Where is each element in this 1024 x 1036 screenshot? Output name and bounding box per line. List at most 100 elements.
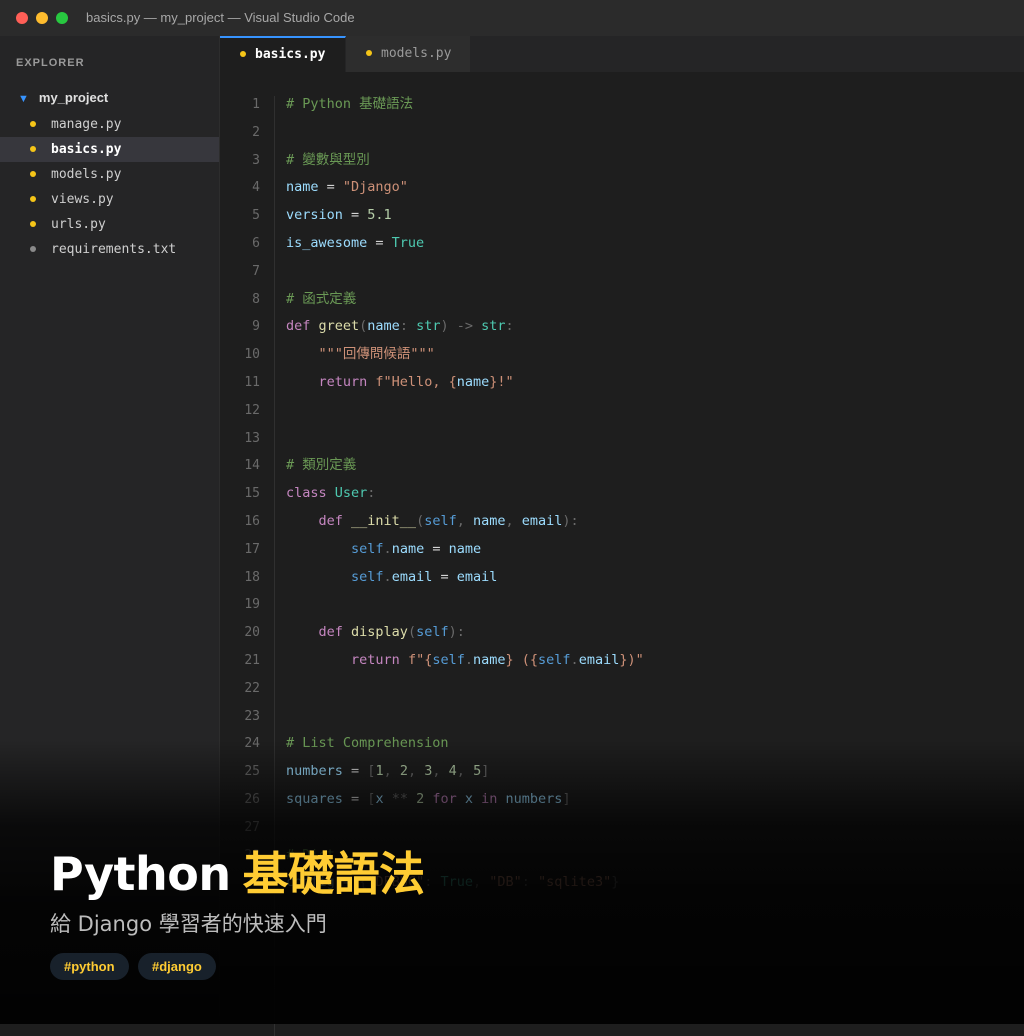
editor-tabs: basics.py models.py [220, 36, 1024, 72]
sidebar-file-item[interactable]: views.py [0, 187, 219, 212]
code-token: name [473, 652, 506, 668]
line-number: 3 [252, 152, 260, 168]
code-line: 14 # 類別定義 [220, 451, 356, 479]
close-window-button[interactable] [16, 12, 28, 24]
file-label: urls.py [51, 217, 106, 232]
line-number: 19 [244, 597, 260, 613]
banner-title-accent: 基礎語法 [242, 847, 426, 901]
banner-title-text: Python [50, 847, 231, 901]
line-number: 4 [252, 180, 260, 196]
file-dot-icon [30, 195, 36, 202]
code-token: = [432, 568, 457, 585]
tag-python[interactable]: #python [50, 953, 129, 980]
code-text: # 函式定義 [286, 285, 356, 313]
code-token: self [351, 540, 384, 557]
line-number: 8 [252, 291, 260, 307]
line-number: 22 [244, 680, 260, 696]
code-text: self.name = name [286, 535, 481, 563]
code-text: def display(self): [286, 618, 465, 646]
file-dot-icon [30, 120, 36, 127]
tab-models-py[interactable]: models.py [346, 36, 471, 72]
code-token: display [351, 624, 408, 641]
code-line: 12 [220, 396, 260, 424]
code-token: str [481, 318, 506, 335]
code-token: # 變數與型別 [286, 151, 370, 168]
sidebar-file-item[interactable]: models.py [0, 162, 219, 187]
code-token: self [416, 624, 449, 641]
line-number: 20 [244, 625, 260, 641]
code-line: 13 [220, 424, 260, 452]
tab-basics-py[interactable]: basics.py [220, 36, 346, 72]
code-token: = [424, 540, 449, 557]
sidebar-file-item[interactable]: basics.py [0, 137, 219, 162]
maximize-window-button[interactable] [56, 12, 68, 24]
code-token: class [286, 485, 335, 502]
sidebar-file-item[interactable]: urls.py [0, 212, 219, 237]
code-line: 18 self.email = email [220, 563, 497, 591]
code-line: 23 [220, 702, 260, 730]
code-token: name [456, 374, 490, 390]
code-line: 4 name = "Django" [220, 173, 408, 201]
code-token: , [456, 513, 473, 529]
code-token: f" [407, 652, 425, 668]
file-dot-icon [30, 220, 36, 227]
code-text: def greet(name: str) -> str: [286, 312, 514, 340]
code-line: 15 class User: [220, 479, 375, 507]
code-token: . [383, 568, 392, 585]
code-text: # 變數與型別 [286, 146, 370, 174]
code-line: 9 def greet(name: str) -> str: [220, 312, 513, 340]
sidebar-file-item[interactable]: manage.py [0, 112, 219, 137]
file-dot-icon [30, 145, 36, 152]
code-token: : [505, 318, 514, 335]
code-text: return f"Hello, {name}!" [286, 368, 514, 396]
banner-subtitle: 給 Django 學習者的快速入門 [50, 912, 327, 936]
modified-dot-icon [240, 50, 246, 57]
code-token: version [286, 207, 343, 224]
code-token: is_awesome [286, 235, 368, 251]
code-line: 21 return f"{self.name} ({self.email})" [220, 646, 643, 674]
code-token: # 函式定義 [286, 290, 357, 307]
tag-django[interactable]: #django [138, 953, 216, 980]
code-token: greet [318, 318, 360, 335]
code-line: 5 version = 5.1 [220, 201, 392, 229]
code-token: def [318, 624, 352, 641]
minimize-window-button[interactable] [36, 12, 48, 24]
code-token: __init__ [351, 513, 417, 529]
file-label: views.py [51, 192, 114, 207]
code-token: email [391, 568, 433, 585]
code-line: 17 self.name = name [220, 535, 481, 563]
line-number: 16 [244, 514, 260, 529]
line-number: 1 [252, 97, 260, 112]
code-token: { [448, 374, 457, 390]
sidebar-file-item[interactable]: requirements.txt [0, 237, 219, 262]
line-number: 13 [244, 430, 260, 446]
code-line: 10 """回傳問候語""" [220, 340, 434, 368]
code-text: class User: [286, 479, 375, 507]
line-number: 6 [252, 236, 260, 251]
tab-label: models.py [381, 46, 452, 61]
code-line: 11 return f"Hello, {name}!" [220, 368, 513, 396]
line-number: 7 [252, 263, 260, 279]
code-line: 1 # Python 基礎語法 [220, 90, 413, 118]
file-label: models.py [51, 167, 122, 182]
window-title: basics.py — my_project — Visual Studio C… [86, 10, 355, 25]
code-text: self.email = email [286, 563, 497, 591]
code-token: email [578, 652, 620, 668]
code-line: 7 [220, 257, 260, 285]
code-token: return [318, 374, 376, 390]
code-line: 20 def display(self): [220, 618, 465, 646]
code-token: }!" [489, 374, 514, 390]
code-token: self [432, 652, 465, 668]
line-number: 14 [244, 458, 260, 474]
code-token: name [472, 513, 506, 529]
line-number: 10 [244, 347, 260, 363]
code-token: name [391, 540, 425, 557]
code-token: email [456, 568, 498, 585]
folder-my-project[interactable]: ▼ my_project [18, 90, 108, 105]
banner-title: Python 基礎語法 [50, 838, 425, 904]
code-line: 3 # 變數與型別 [220, 146, 370, 174]
code-token: ( [416, 513, 425, 529]
